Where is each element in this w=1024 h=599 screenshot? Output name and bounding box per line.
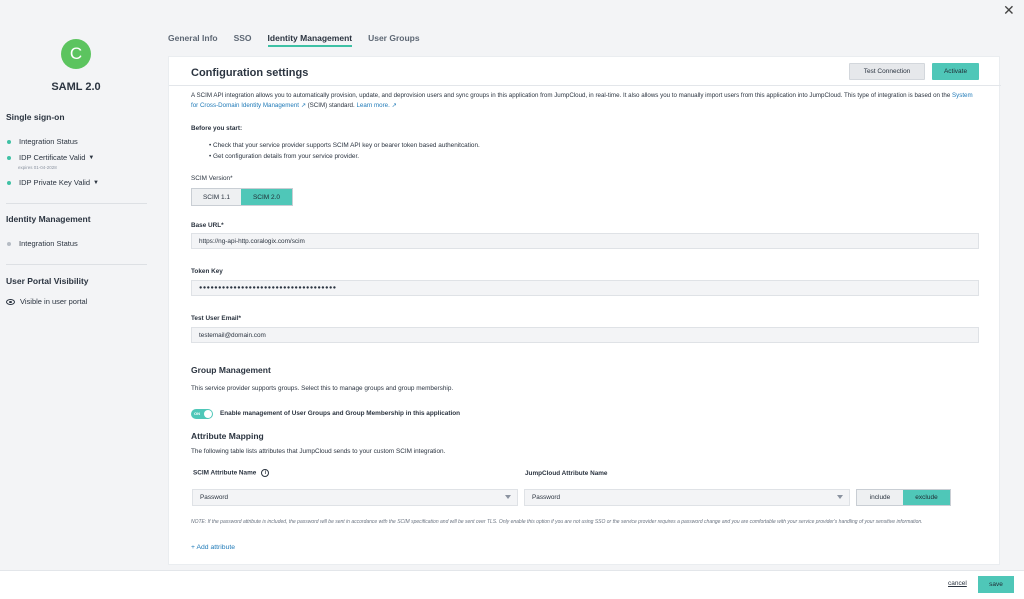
test-connection-button[interactable]: Test Connection: [849, 63, 925, 80]
scim-description: A SCIM API integration allows you to aut…: [191, 91, 981, 111]
sidebar-item-label: Visible in user portal: [20, 297, 88, 306]
chevron-down-icon: [837, 495, 843, 499]
list-item: • Get configuration details from your se…: [209, 153, 360, 160]
scim-1-1-option[interactable]: SCIM 1.1: [192, 189, 241, 205]
scim-2-0-option[interactable]: SCIM 2.0: [241, 189, 292, 205]
toggle-state: ON: [194, 411, 200, 416]
certificate-expiry: expires 01-04-2028: [18, 165, 57, 170]
select-value: Password: [532, 494, 561, 501]
sidebar-item-label: IDP Private Key Valid: [19, 178, 91, 187]
password-note: NOTE: If the password attribute is inclu…: [191, 519, 923, 525]
group-management-desc: This service provider supports groups. S…: [191, 385, 454, 392]
configuration-panel: Configuration settings Test Connection A…: [168, 56, 1001, 565]
attribute-mapping-heading: Attribute Mapping: [191, 431, 264, 441]
tab-user-groups[interactable]: User Groups: [368, 33, 420, 47]
divider: [169, 85, 1001, 86]
status-dot-green: [7, 139, 11, 144]
list-item-text: Check that your service provider support…: [213, 142, 480, 149]
sidebar: C SAML 2.0 Single sign-on Integration St…: [0, 0, 160, 570]
app-avatar: C: [61, 39, 91, 69]
caret-down-icon[interactable]: ▼: [93, 180, 99, 186]
divider: [6, 264, 147, 265]
scim-version-label: SCIM Version*: [191, 175, 233, 182]
select-value: Password: [200, 494, 229, 501]
base-url-input[interactable]: https://ng-api-http.coralogix.com/scim: [191, 233, 979, 249]
divider: [6, 203, 147, 204]
learn-more-link[interactable]: Learn more. ↗: [356, 102, 396, 109]
column-header-text: SCIM Attribute Name: [193, 469, 257, 477]
token-key-input[interactable]: ●●●●●●●●●●●●●●●●●●●●●●●●●●●●●●●●●●●●: [191, 280, 979, 296]
page-title: Configuration settings: [191, 67, 309, 79]
chevron-down-icon: [505, 495, 511, 499]
add-attribute-link[interactable]: + Add attribute: [191, 544, 235, 551]
attribute-mapping-desc: The following table lists attributes tha…: [191, 448, 446, 455]
sidebar-item-label: IDP Certificate Valid: [19, 153, 86, 162]
test-email-input[interactable]: testemail@domain.com: [191, 327, 979, 343]
base-url-label: Base URL*: [191, 222, 224, 229]
include-option[interactable]: include: [857, 490, 903, 505]
eye-icon: [6, 298, 15, 305]
test-email-label: Test User Email*: [191, 315, 241, 322]
sidebar-item-idp-certificate[interactable]: IDP Certificate Valid ▼: [7, 153, 94, 162]
scim-attribute-select[interactable]: Password: [192, 489, 518, 506]
sidebar-item-label: Integration Status: [19, 239, 78, 248]
exclude-option[interactable]: exclude: [903, 490, 950, 505]
jumpcloud-attribute-column-header: JumpCloud Attribute Name: [525, 470, 608, 477]
tab-identity-management[interactable]: Identity Management: [267, 33, 353, 47]
status-dot-gray: [7, 241, 11, 246]
sidebar-item-idp-private-key[interactable]: IDP Private Key Valid ▼: [7, 178, 99, 187]
scim-attribute-column-header: SCIM Attribute Name i: [193, 469, 270, 477]
activate-button[interactable]: Activate: [932, 63, 979, 80]
caret-down-icon[interactable]: ▼: [88, 155, 94, 161]
info-icon[interactable]: i: [261, 469, 270, 477]
app-root: C SAML 2.0 Single sign-on Integration St…: [0, 0, 1024, 599]
tab-general-info[interactable]: General Info: [168, 33, 218, 47]
tab-bar: General Info SSO Identity Management Use…: [168, 33, 436, 47]
include-exclude-toggle: include exclude: [856, 489, 951, 506]
before-start-heading: Before you start:: [191, 125, 243, 132]
sidebar-item-integration-status: Integration Status: [7, 137, 78, 146]
description-text: (SCIM) standard.: [305, 102, 357, 109]
sidebar-item-im-integration-status: Integration Status: [7, 239, 78, 248]
close-icon[interactable]: ✕: [1003, 2, 1015, 19]
toggle-label: Enable management of User Groups and Gro…: [220, 410, 461, 417]
token-key-label: Token Key: [191, 268, 223, 275]
list-item: • Check that your service provider suppo…: [209, 142, 480, 149]
sidebar-item-visible-portal: Visible in user portal: [6, 297, 87, 306]
section-heading-identity: Identity Management: [6, 214, 91, 224]
section-heading-portal: User Portal Visibility: [6, 276, 89, 286]
save-button[interactable]: save: [978, 576, 1014, 593]
jumpcloud-attribute-select[interactable]: Password: [524, 489, 850, 506]
group-management-heading: Group Management: [191, 365, 271, 375]
app-name: SAML 2.0: [51, 81, 101, 93]
section-heading-sso: Single sign-on: [6, 112, 65, 122]
description-text: A SCIM API integration allows you to aut…: [191, 92, 952, 99]
group-management-toggle[interactable]: ON: [191, 409, 213, 419]
cancel-link[interactable]: cancel: [948, 580, 967, 587]
status-dot-green: [7, 155, 11, 160]
list-item-text: Get configuration details from your serv…: [213, 153, 360, 160]
sidebar-item-label: Integration Status: [19, 137, 78, 146]
footer-bar: cancel save: [0, 570, 1024, 599]
status-dot-green: [7, 180, 11, 185]
tab-sso[interactable]: SSO: [234, 33, 252, 47]
scim-version-toggle: SCIM 1.1 SCIM 2.0: [191, 188, 293, 206]
